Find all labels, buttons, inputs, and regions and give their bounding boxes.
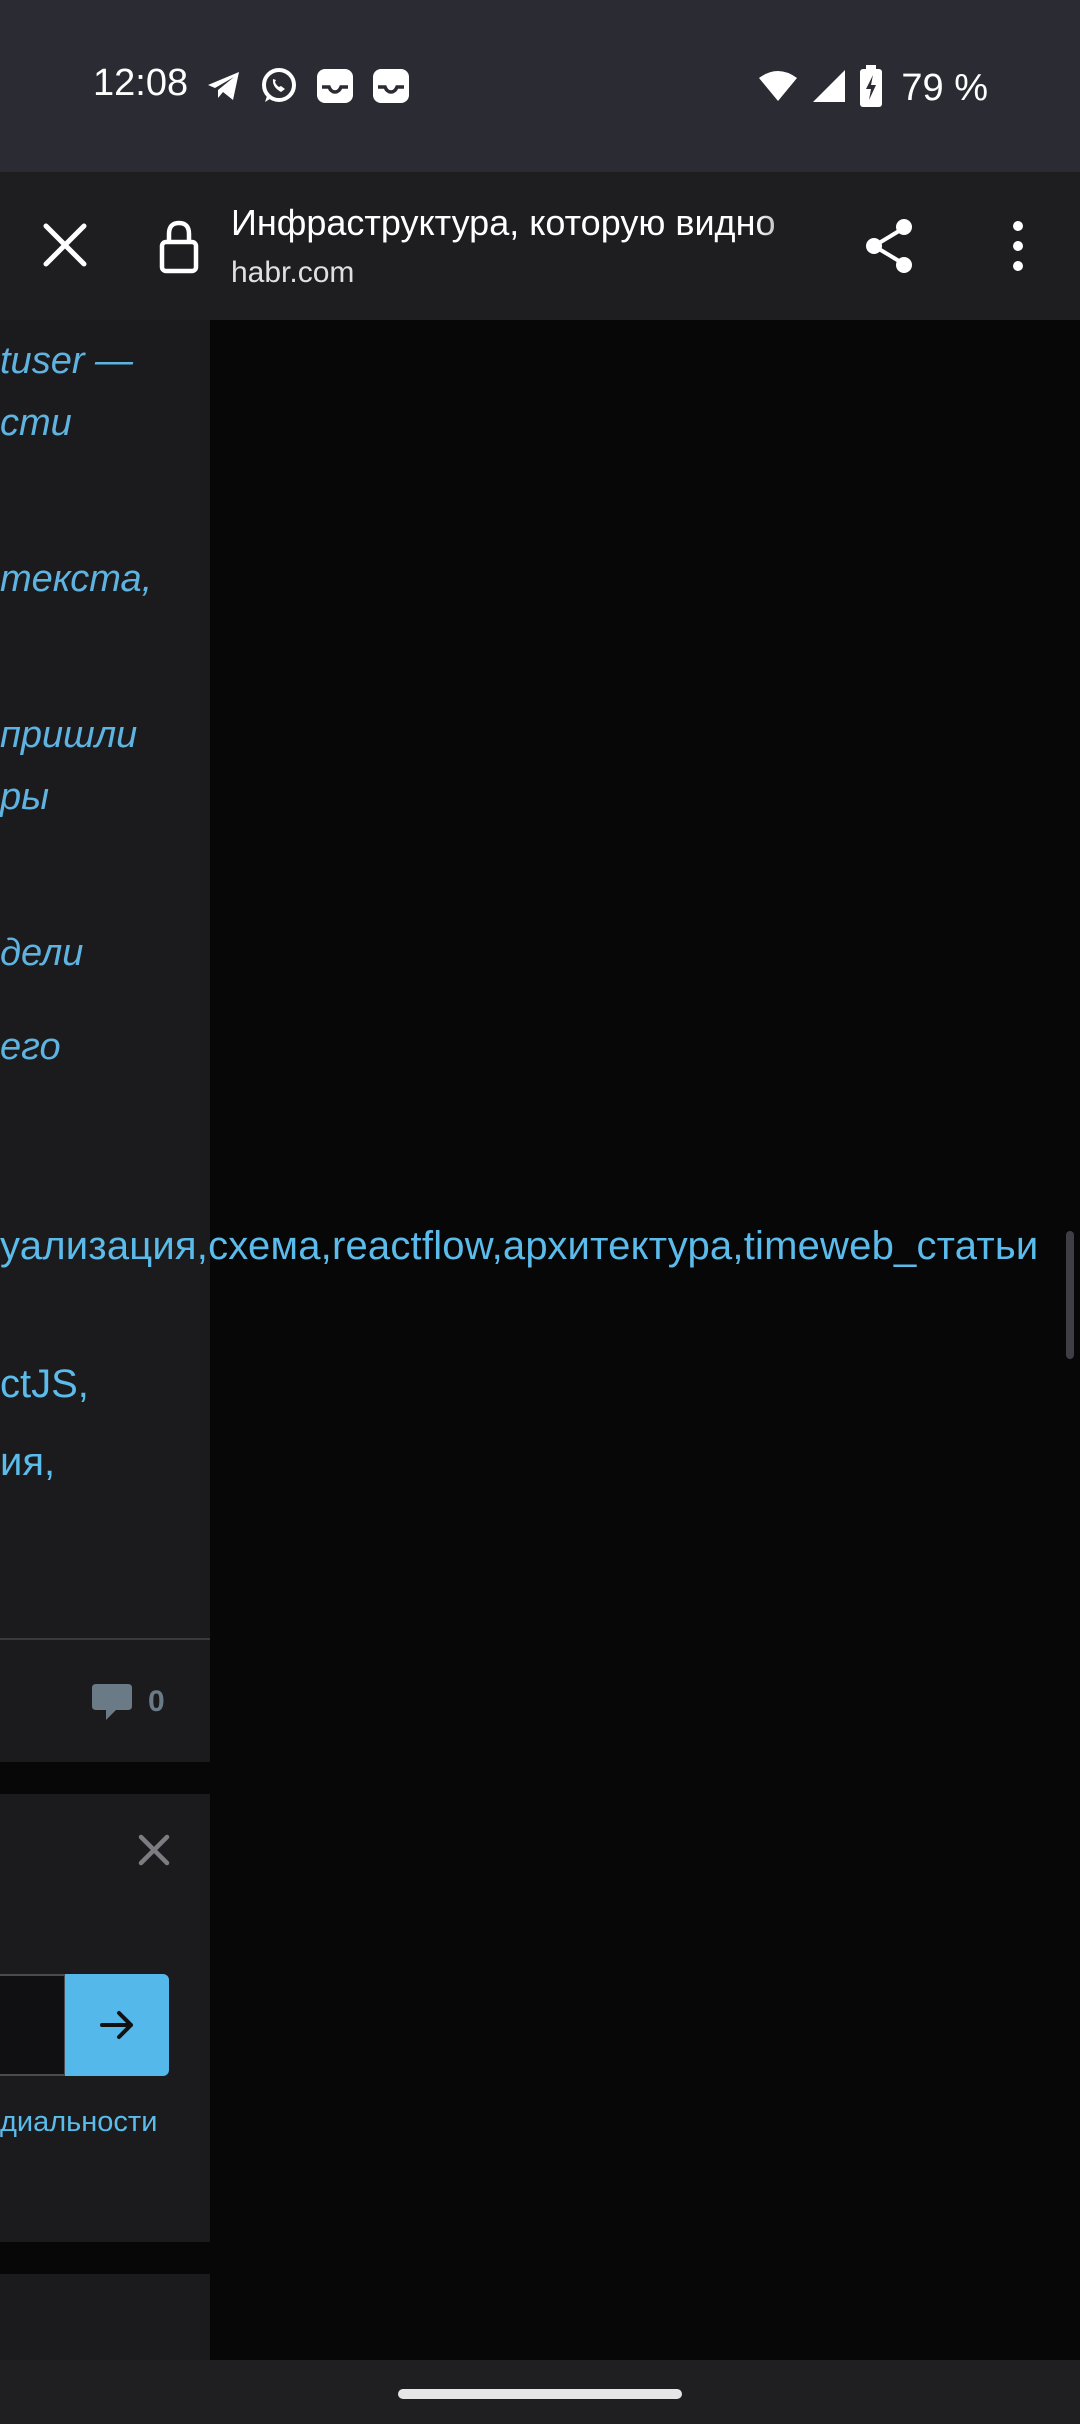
gesture-handle[interactable] <box>398 2389 682 2399</box>
article-link-text[interactable]: его <box>0 1026 61 1069</box>
battery-charging-icon <box>859 64 883 112</box>
article-link-text[interactable]: дели <box>0 932 83 975</box>
arrow-right-icon <box>100 2011 133 2039</box>
status-bar: 12:08 79 % <box>0 0 1080 172</box>
hub-link[interactable]: ия, <box>0 1440 55 1485</box>
email-field[interactable] <box>0 1974 66 2076</box>
security-info-button[interactable] <box>152 214 206 280</box>
custom-tab-toolbar: Инфраструктура, которую видно habr.com <box>0 172 1080 320</box>
whatsapp-icon <box>258 65 300 112</box>
share-icon <box>866 219 912 273</box>
close-tab-button[interactable] <box>32 212 98 278</box>
subscribe-submit-button[interactable] <box>65 1974 169 2076</box>
inbox-icon <box>370 65 412 112</box>
notification-icons <box>204 64 412 112</box>
article-link-text[interactable]: пришли <box>0 714 137 757</box>
signal-icon <box>811 68 847 109</box>
status-time: 12:08 <box>93 62 189 104</box>
divider <box>0 1638 210 1640</box>
article-link-text[interactable]: ры <box>0 776 49 819</box>
more-options-button[interactable] <box>990 208 1046 284</box>
subscribe-card: диальности <box>0 1794 210 2242</box>
inbox-icon <box>314 65 356 112</box>
hub-link[interactable]: ctJS, <box>0 1362 89 1407</box>
more-vert-icon <box>1013 221 1023 271</box>
privacy-policy-link[interactable]: диальности <box>0 2106 157 2139</box>
close-icon <box>138 1834 170 1866</box>
article-card: tuser — сти текста, пришли ры дели его c… <box>0 320 210 1762</box>
telegram-icon <box>204 66 244 111</box>
tags-list[interactable]: уализация,схема,reactflow,архитектура,ti… <box>0 1224 1038 1269</box>
article-link-text[interactable]: tuser — <box>0 340 133 383</box>
system-icons: 79 % <box>757 64 988 112</box>
article-link-text[interactable]: сти <box>0 402 72 445</box>
close-icon <box>43 223 87 267</box>
comments-button[interactable]: 0 <box>90 1682 165 1722</box>
wifi-icon <box>757 68 799 109</box>
close-subscribe-button[interactable] <box>136 1832 172 1868</box>
article-link-text[interactable]: текста, <box>0 558 152 601</box>
scrollbar[interactable] <box>1066 1231 1074 1359</box>
comments-count: 0 <box>148 1685 165 1718</box>
page-url[interactable]: habr.com <box>231 256 354 290</box>
web-page[interactable]: tuser — сти текста, пришли ры дели его c… <box>0 320 1080 2360</box>
comment-bubble-icon <box>92 1684 132 1720</box>
share-button[interactable] <box>856 208 922 284</box>
page-title[interactable]: Инфраструктура, которую видно <box>231 202 827 244</box>
lock-icon <box>159 220 199 274</box>
next-card <box>0 2274 210 2360</box>
battery-percent: 79 % <box>901 66 988 109</box>
navigation-bar <box>0 2360 1080 2424</box>
